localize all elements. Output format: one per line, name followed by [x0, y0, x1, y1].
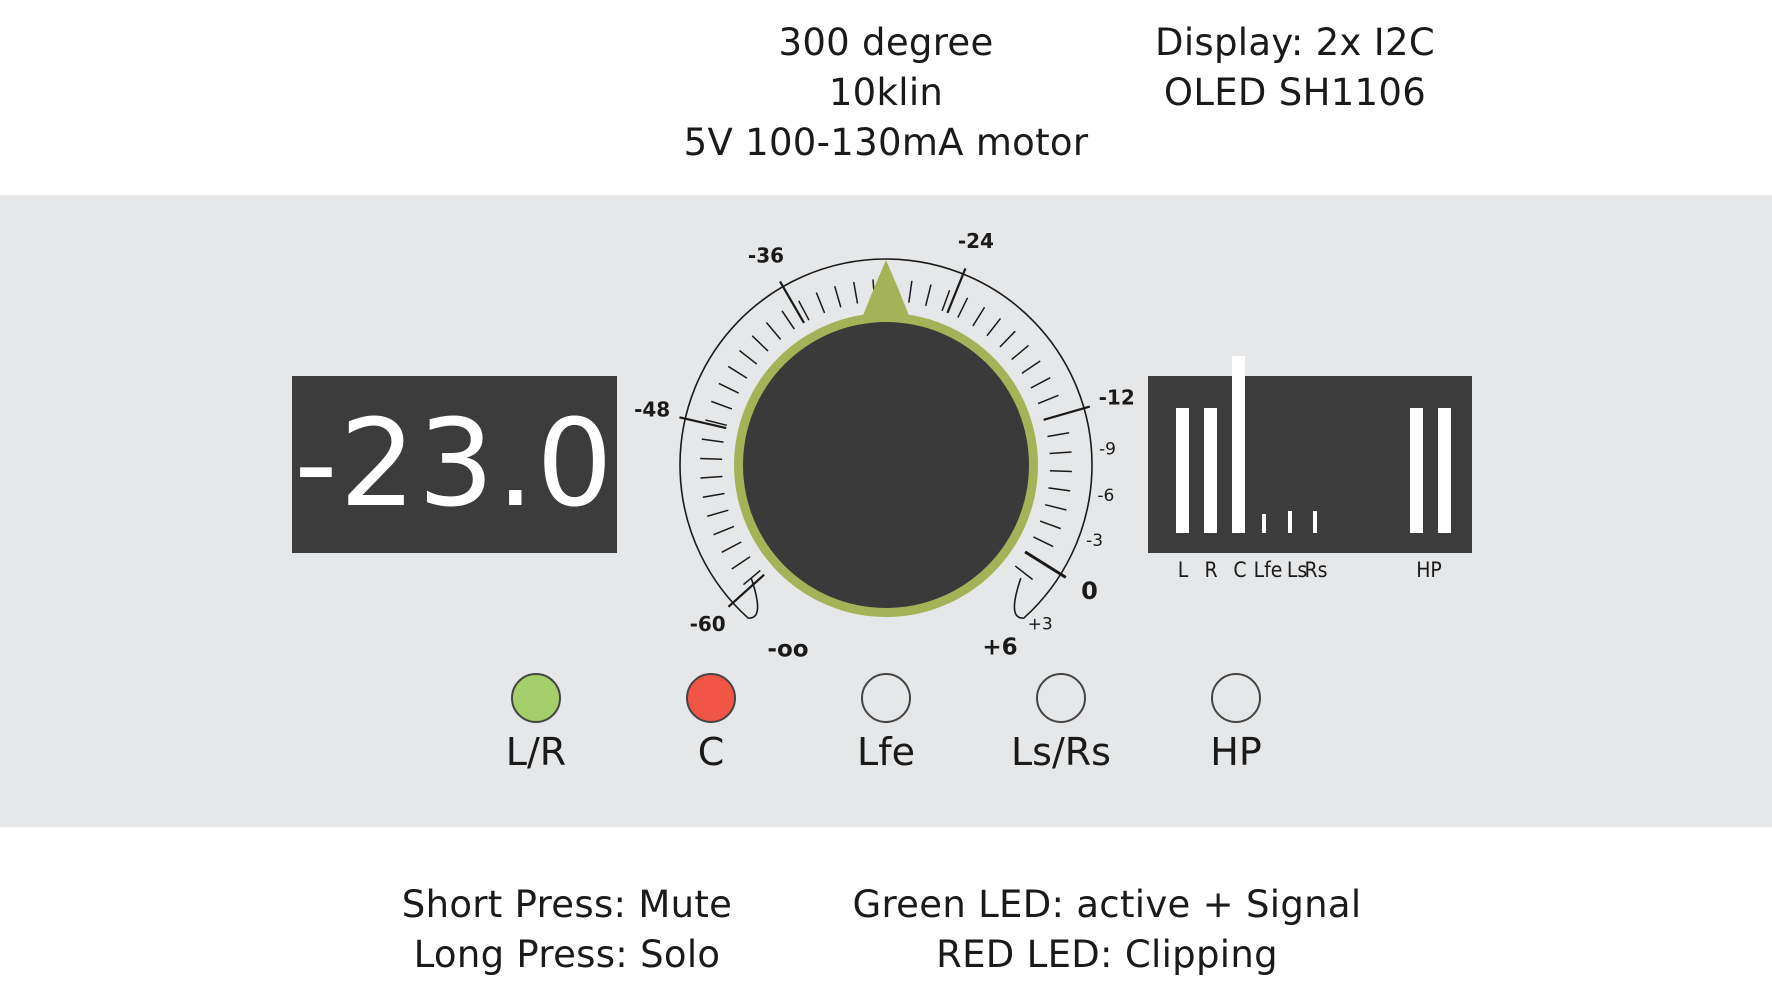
- scale-tick: [852, 281, 859, 304]
- scale-tick: [727, 365, 748, 379]
- led-red[interactable]: [686, 673, 736, 723]
- led-green[interactable]: [511, 673, 561, 723]
- meter-channel-label: Lfe: [1253, 558, 1283, 582]
- scale-label: -48: [634, 398, 670, 422]
- scale-tick: [718, 382, 739, 394]
- scale-tick: [1030, 377, 1051, 389]
- scale-tick: [721, 541, 742, 553]
- scale-tick: [700, 457, 723, 461]
- press-notes: Short Press: Mute Long Press: Solo: [402, 880, 732, 980]
- led-off[interactable]: [861, 673, 911, 723]
- led-notes: Green LED: active + Signal RED LED: Clip…: [853, 880, 1362, 980]
- scale-tick: [710, 400, 733, 410]
- led-label: L/R: [505, 730, 567, 774]
- scale-tick: [1021, 360, 1041, 374]
- meter-bar: [1262, 514, 1266, 533]
- scale-tick: [957, 297, 969, 318]
- meter-bar: [1410, 408, 1423, 533]
- scale-major-tick: [1043, 405, 1091, 421]
- scale-minor-label: +3: [1028, 615, 1053, 635]
- led-label: Lfe: [857, 730, 915, 774]
- scale-tick: [765, 322, 782, 340]
- oled-meter-display: [1148, 356, 1472, 553]
- scale-major-tick: [1024, 550, 1067, 579]
- scale-tick: [700, 475, 723, 479]
- volume-knob-diagram: -36 -24 -12 -48 -60 0 -9 -6 -3 +3 -oo +6: [634, 229, 1135, 663]
- meter-bar: [1313, 511, 1317, 533]
- scale-minor-label: -3: [1086, 531, 1103, 551]
- scale-tick: [731, 556, 751, 570]
- scale-tick: [781, 310, 795, 330]
- meter-bar: [1288, 511, 1292, 533]
- meter-bar: [1438, 408, 1451, 533]
- scale-minor-label: -6: [1097, 486, 1114, 506]
- meter-channel-label: Rs: [1304, 558, 1328, 582]
- led-off[interactable]: [1211, 673, 1261, 723]
- press-note-line: Short Press: Mute: [401, 883, 733, 926]
- meter-bar: [1176, 408, 1189, 533]
- led-label: Ls/Rs: [1011, 730, 1111, 774]
- scale-minor-label: -9: [1099, 440, 1116, 460]
- scale-tick: [1011, 344, 1029, 361]
- scale-tick: [834, 285, 842, 308]
- scale-tick: [986, 317, 1002, 337]
- scale-tick: [1047, 431, 1070, 438]
- scale-tick: [1049, 469, 1072, 473]
- scale-max-label: +6: [982, 635, 1017, 661]
- scale-major-tick: [779, 280, 805, 324]
- scale-tick: [908, 280, 913, 303]
- scale-tick: [1037, 394, 1059, 405]
- press-note-line: Long Press: Solo: [413, 933, 721, 976]
- meter-bar: [1232, 356, 1245, 533]
- scale-tick: [1048, 487, 1071, 492]
- scale-label: 0: [1081, 577, 1098, 605]
- scale-tick: [815, 292, 826, 314]
- scale-tick: [1033, 536, 1054, 548]
- scale-tick: [738, 349, 758, 365]
- led-note-line: RED LED: Clipping: [936, 933, 1278, 976]
- meter-bar: [1204, 408, 1217, 533]
- led-label: HP: [1210, 730, 1262, 774]
- volume-knob[interactable]: [743, 322, 1029, 608]
- scale-tick: [972, 306, 986, 327]
- scale-tick: [999, 330, 1016, 348]
- scale-major-tick: [727, 573, 765, 608]
- scale-tick: [706, 509, 729, 517]
- scale-tick: [1044, 503, 1067, 511]
- scale-tick: [1049, 451, 1072, 455]
- scale-tick: [1039, 520, 1062, 530]
- meter-channel-label: HP: [1416, 558, 1442, 582]
- meter-channel-label: R: [1204, 558, 1218, 582]
- scale-label: -24: [958, 229, 994, 253]
- scale-tick: [1014, 565, 1034, 581]
- led-off[interactable]: [1036, 673, 1086, 723]
- knob-pointer: [862, 260, 910, 318]
- scale-tick: [751, 335, 769, 352]
- meter-channel-label: C: [1233, 558, 1247, 582]
- scale-tick: [701, 438, 724, 443]
- scale-label: -12: [1099, 385, 1135, 409]
- scale-tick: [924, 284, 932, 307]
- scale-label: -36: [748, 244, 784, 268]
- led-label: C: [697, 730, 725, 774]
- led-note-line: Green LED: active + Signal: [852, 883, 1362, 926]
- scale-tick: [713, 525, 735, 536]
- scale-tick: [702, 492, 725, 499]
- scale-label: -60: [690, 612, 726, 636]
- scale-min-label: -oo: [767, 637, 808, 663]
- meter-channel-label: L: [1177, 558, 1189, 582]
